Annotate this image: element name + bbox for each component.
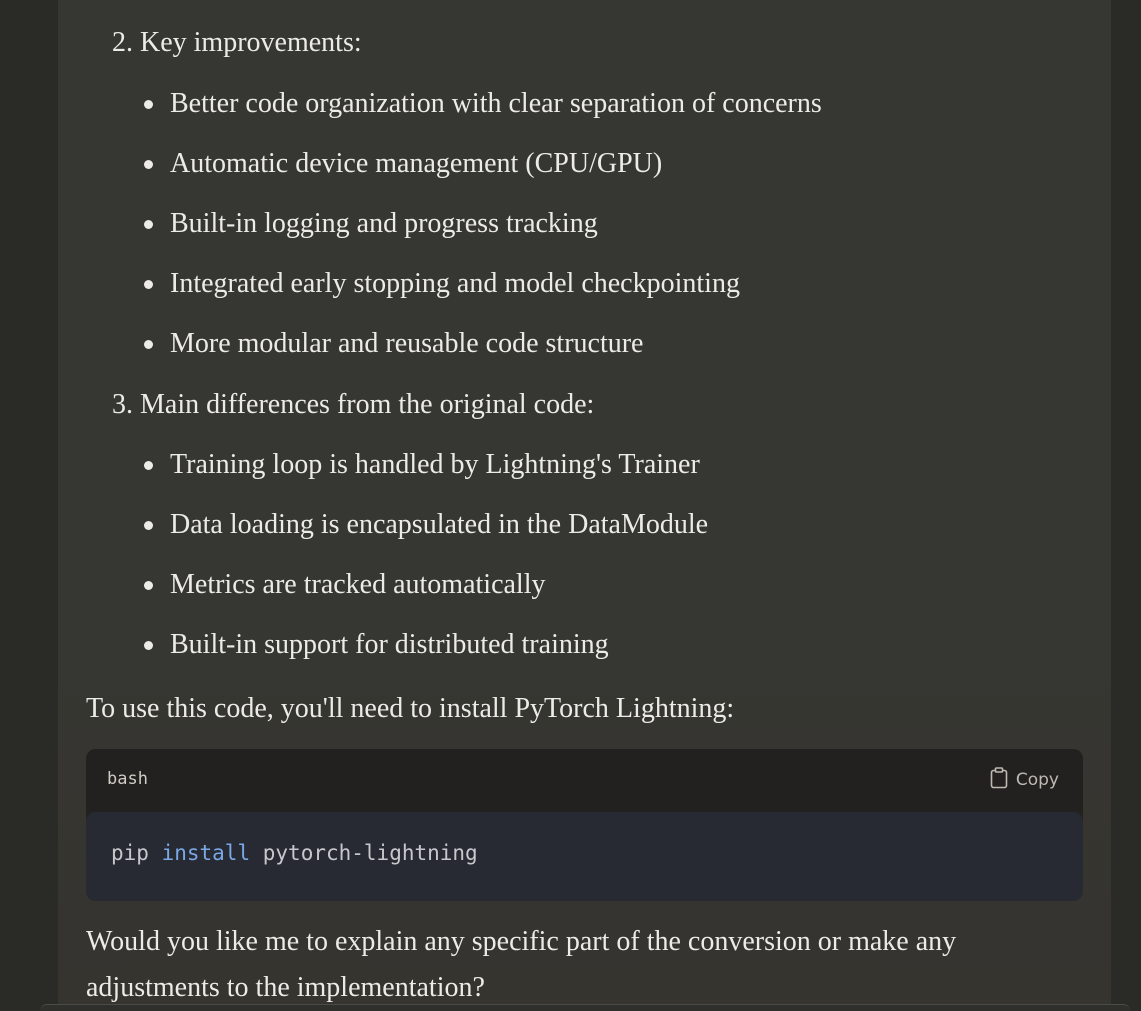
code-keyword: install [161, 841, 251, 865]
list-item: Built-in logging and progress tracking [144, 206, 822, 266]
list-item: Automatic device management (CPU/GPU) [144, 146, 822, 206]
copy-button[interactable]: Copy [990, 766, 1059, 794]
bullet-icon [144, 461, 153, 470]
code-command: pip [111, 841, 149, 865]
right-gutter [1111, 0, 1141, 1010]
bullet-icon [144, 521, 153, 530]
main-differences-list: Training loop is handled by Lightning's … [144, 447, 708, 687]
list-item: Built-in support for distributed trainin… [144, 627, 708, 687]
bullet-icon [144, 581, 153, 590]
left-gutter [0, 0, 58, 1010]
code-body[interactable]: pip install pytorch-lightning [86, 812, 1083, 901]
bullet-icon [144, 220, 153, 229]
closing-question-text: Would you like me to explain any specifi… [86, 926, 957, 1003]
bullet-icon [144, 100, 153, 109]
bullet-icon [144, 160, 153, 169]
bullet-icon [144, 280, 153, 289]
list-item: More modular and reusable code structure [144, 326, 822, 386]
key-improvements-list: Better code organization with clear sepa… [144, 86, 822, 386]
install-intro-text: To use this code, you'll need to install… [86, 693, 735, 724]
bullet-icon [144, 641, 153, 650]
list-heading-key-improvements: 2. Key improvements: [112, 27, 362, 58]
list-item: Integrated early stopping and model chec… [144, 266, 822, 326]
list-item: Data loading is encapsulated in the Data… [144, 507, 708, 567]
list-item: Better code organization with clear sepa… [144, 86, 822, 146]
code-block: bash Copy pip install pytorch-lightning [86, 749, 1083, 901]
bullet-icon [144, 340, 153, 349]
copy-button-label: Copy [1015, 770, 1059, 790]
code-line: pip install pytorch-lightning [111, 841, 478, 865]
clipboard-icon [990, 766, 1008, 794]
list-item: Metrics are tracked automatically [144, 567, 708, 627]
list-heading-main-differences: 3. Main differences from the original co… [112, 389, 595, 420]
code-language-label: bash [107, 769, 148, 789]
code-block-header: bash Copy [86, 749, 1083, 812]
list-item: Training loop is handled by Lightning's … [144, 447, 708, 507]
code-argument: pytorch-lightning [262, 841, 478, 865]
